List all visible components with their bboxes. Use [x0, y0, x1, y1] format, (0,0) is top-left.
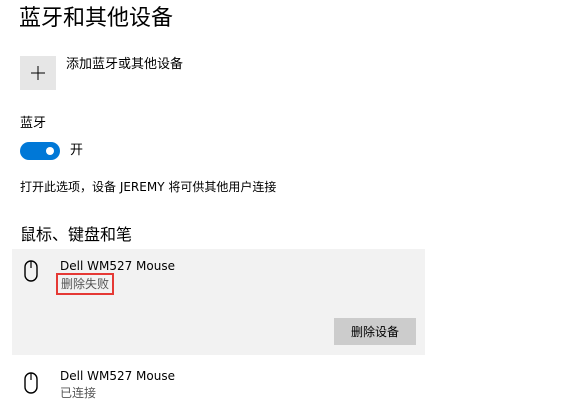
mouse-icon — [24, 260, 38, 282]
device-name: Dell WM527 Mouse — [60, 369, 175, 383]
add-device-label[interactable]: 添加蓝牙或其他设备 — [66, 56, 183, 74]
bluetooth-toggle-label: 开 — [70, 143, 84, 158]
discoverable-note: 打开此选项，设备 JEREMY 将可供其他用户连接 — [20, 180, 277, 194]
mouse-section-heading: 鼠标、键盘和笔 — [20, 225, 133, 244]
mouse-icon — [24, 372, 38, 394]
toggle-knob — [46, 147, 54, 155]
bluetooth-heading: 蓝牙 — [20, 116, 47, 131]
device-item-selected[interactable]: Dell WM527 Mouse 删除失败 删除设备 — [12, 249, 425, 355]
device-status-error: 删除失败 — [55, 273, 115, 295]
add-device-tile[interactable] — [20, 56, 56, 90]
device-name: Dell WM527 Mouse — [60, 259, 175, 273]
device-status: 已连接 — [60, 386, 97, 400]
remove-device-button[interactable]: 删除设备 — [334, 318, 416, 345]
page-title: 蓝牙和其他设备 — [19, 6, 174, 31]
device-item[interactable]: Dell WM527 Mouse 已连接 — [12, 362, 425, 406]
plus-icon — [31, 66, 45, 80]
bluetooth-toggle[interactable] — [20, 142, 60, 160]
